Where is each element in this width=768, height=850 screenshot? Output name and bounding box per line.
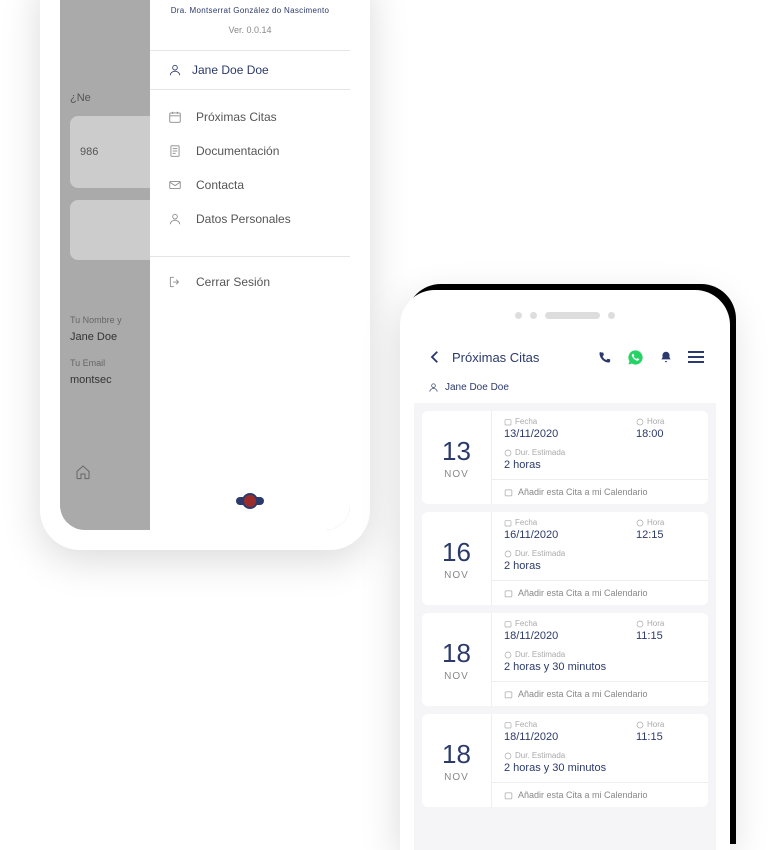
hora-label: Hora bbox=[636, 417, 696, 426]
hora-label: Hora bbox=[636, 720, 696, 729]
calendar-add-icon bbox=[504, 690, 513, 699]
fecha-value: 18/11/2020 bbox=[504, 731, 636, 743]
back-button[interactable] bbox=[426, 348, 444, 366]
whatsapp-button[interactable] bbox=[627, 349, 644, 366]
dur-label: Dur. Estimada bbox=[504, 549, 696, 558]
user-icon bbox=[168, 212, 182, 226]
phone-icon bbox=[597, 350, 612, 365]
menu-label: Próximas Citas bbox=[196, 110, 277, 124]
menu-item-contacta[interactable]: Contacta bbox=[150, 168, 350, 202]
add-to-calendar-button[interactable]: Añadir esta Cita a mi Calendario bbox=[492, 479, 708, 504]
whatsapp-icon bbox=[627, 349, 644, 366]
menu-button[interactable] bbox=[688, 351, 704, 363]
drawer-header: ORTODONCIA·MG Dra. Montserrat González d… bbox=[150, 0, 350, 50]
mail-icon bbox=[168, 178, 182, 192]
fecha-value: 16/11/2020 bbox=[504, 529, 636, 541]
fecha-label: Fecha bbox=[504, 619, 636, 628]
menu-label: Documentación bbox=[196, 144, 279, 158]
fecha-value: 18/11/2020 bbox=[504, 630, 636, 642]
menu-item-datos[interactable]: Datos Personales bbox=[150, 202, 350, 236]
document-icon bbox=[168, 144, 182, 158]
fecha-label: Fecha bbox=[504, 518, 636, 527]
drawer-menu: Próximas Citas Documentación Contacta Da… bbox=[150, 90, 350, 309]
add-to-calendar-button[interactable]: Añadir esta Cita a mi Calendario bbox=[492, 580, 708, 605]
add-to-calendar-label: Añadir esta Cita a mi Calendario bbox=[518, 689, 648, 699]
add-to-calendar-button[interactable]: Añadir esta Cita a mi Calendario bbox=[492, 681, 708, 706]
home-icon bbox=[75, 464, 91, 480]
hora-value: 11:15 bbox=[636, 630, 696, 642]
calendar-add-icon bbox=[504, 589, 513, 598]
appointment-month: NOV bbox=[444, 469, 469, 480]
add-to-calendar-button[interactable]: Añadir esta Cita a mi Calendario bbox=[492, 782, 708, 807]
appointment-date-block: 18 NOV bbox=[422, 613, 492, 706]
add-to-calendar-label: Añadir esta Cita a mi Calendario bbox=[518, 487, 648, 497]
version-label: Ver. 0.0.14 bbox=[165, 25, 335, 35]
hora-value: 18:00 bbox=[636, 428, 696, 440]
appointment-date-block: 18 NOV bbox=[422, 714, 492, 807]
add-to-calendar-label: Añadir esta Cita a mi Calendario bbox=[518, 790, 648, 800]
appointment-month: NOV bbox=[444, 772, 469, 783]
fecha-label: Fecha bbox=[504, 417, 636, 426]
fecha-label: Fecha bbox=[504, 720, 636, 729]
menu-item-citas[interactable]: Próximas Citas bbox=[150, 100, 350, 134]
dur-label: Dur. Estimada bbox=[504, 751, 696, 760]
logout-icon bbox=[168, 275, 182, 289]
phone-mockup-appointments: Próximas Citas Jane Doe Doe bbox=[400, 290, 730, 850]
phone-speaker bbox=[515, 312, 615, 319]
hora-label: Hora bbox=[636, 619, 696, 628]
hora-label: Hora bbox=[636, 518, 696, 527]
dur-value: 2 horas y 30 minutos bbox=[504, 661, 696, 673]
add-to-calendar-label: Añadir esta Cita a mi Calendario bbox=[518, 588, 648, 598]
appointment-card: 18 NOV Fecha 18/11/2020 Hora 11:15 Dur. … bbox=[422, 714, 708, 807]
user-name: Jane Doe Doe bbox=[445, 382, 509, 393]
hamburger-icon bbox=[688, 351, 704, 353]
appointment-day: 18 bbox=[442, 739, 471, 770]
drawer-user-name: Jane Doe Doe bbox=[192, 63, 269, 77]
dur-value: 2 horas y 30 minutos bbox=[504, 762, 696, 774]
phone-mockup-drawer: Jane Doe ¿Ne 986 Tu Nombre y Jane Doe Tu… bbox=[40, 0, 370, 550]
brand-subtitle: Dra. Montserrat González do Nascimento bbox=[165, 6, 335, 15]
drawer-handle[interactable] bbox=[150, 497, 350, 505]
appointment-day: 13 bbox=[442, 436, 471, 467]
appointment-date-block: 13 NOV bbox=[422, 411, 492, 504]
appointment-card: 16 NOV Fecha 16/11/2020 Hora 12:15 Dur. … bbox=[422, 512, 708, 605]
navigation-drawer: ORTODONCIA·MG Dra. Montserrat González d… bbox=[150, 0, 350, 530]
chevron-left-icon bbox=[426, 348, 444, 366]
calendar-add-icon bbox=[504, 791, 513, 800]
menu-label: Datos Personales bbox=[196, 212, 291, 226]
hora-value: 11:15 bbox=[636, 731, 696, 743]
bell-icon bbox=[659, 350, 673, 364]
dur-label: Dur. Estimada bbox=[504, 650, 696, 659]
user-icon bbox=[428, 382, 439, 393]
user-icon bbox=[168, 63, 182, 77]
appointment-card: 18 NOV Fecha 18/11/2020 Hora 11:15 Dur. … bbox=[422, 613, 708, 706]
dur-value: 2 horas bbox=[504, 459, 696, 471]
page-title: Próximas Citas bbox=[452, 350, 589, 365]
menu-item-doc[interactable]: Documentación bbox=[150, 134, 350, 168]
app-header: Próximas Citas bbox=[414, 338, 716, 376]
dur-value: 2 horas bbox=[504, 560, 696, 572]
drawer-user-row[interactable]: Jane Doe Doe bbox=[150, 50, 350, 90]
phone-button[interactable] bbox=[597, 350, 612, 365]
dur-label: Dur. Estimada bbox=[504, 448, 696, 457]
menu-label: Cerrar Sesión bbox=[196, 275, 270, 289]
user-row: Jane Doe Doe bbox=[414, 376, 716, 403]
calendar-icon bbox=[168, 110, 182, 124]
appointment-date-block: 16 NOV bbox=[422, 512, 492, 605]
calendar-add-icon bbox=[504, 488, 513, 497]
appointment-day: 18 bbox=[442, 638, 471, 669]
notifications-button[interactable] bbox=[659, 350, 673, 364]
appointment-month: NOV bbox=[444, 570, 469, 581]
fecha-value: 13/11/2020 bbox=[504, 428, 636, 440]
appointment-card: 13 NOV Fecha 13/11/2020 Hora 18:00 Dur. … bbox=[422, 411, 708, 504]
appointments-list: 13 NOV Fecha 13/11/2020 Hora 18:00 Dur. … bbox=[414, 403, 716, 850]
hora-value: 12:15 bbox=[636, 529, 696, 541]
menu-item-logout[interactable]: Cerrar Sesión bbox=[150, 265, 350, 299]
appointment-day: 16 bbox=[442, 537, 471, 568]
appointment-month: NOV bbox=[444, 671, 469, 682]
menu-label: Contacta bbox=[196, 178, 244, 192]
